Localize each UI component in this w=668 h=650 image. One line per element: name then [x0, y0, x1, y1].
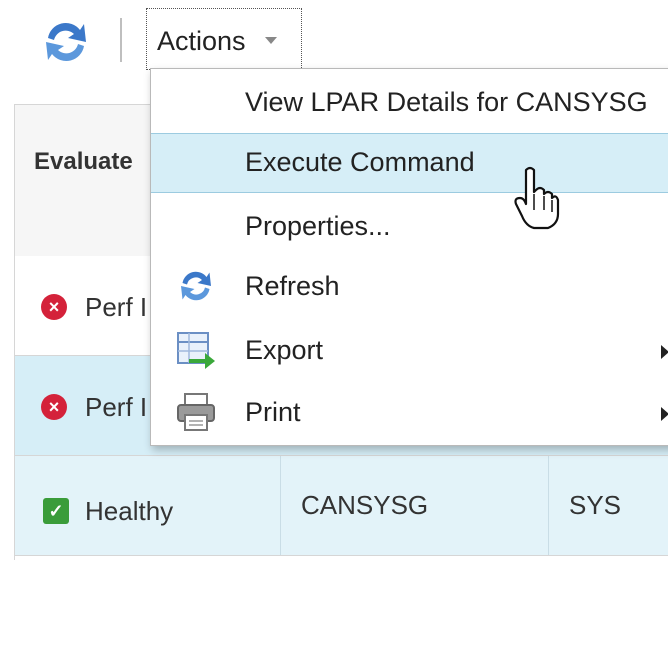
column-header-evaluate[interactable]: Evaluate — [34, 148, 133, 176]
system-name-cell: CANSYSG — [301, 490, 429, 520]
menu-item-export[interactable]: Export — [151, 321, 668, 381]
menu-item-label: View LPAR Details for CANSYSG — [245, 87, 648, 117]
sysplex-cell: SYS — [569, 490, 622, 520]
cell-divider — [280, 456, 281, 555]
chevron-right-icon — [661, 407, 668, 421]
refresh-button[interactable] — [38, 16, 94, 68]
cell-divider — [548, 456, 549, 555]
actions-button[interactable]: Actions — [146, 8, 302, 70]
menu-item-label: Execute Command — [245, 147, 475, 177]
chevron-down-icon — [265, 37, 277, 44]
menu-item-label: Properties... — [245, 211, 391, 241]
error-icon: × — [41, 394, 67, 420]
menu-item-label: Export — [245, 335, 324, 365]
menu-item-print[interactable]: Print — [151, 383, 668, 443]
chevron-right-icon — [661, 345, 668, 359]
status-text: Healthy — [85, 496, 174, 526]
toolbar-separator — [120, 18, 122, 62]
menu-item-view-lpar-details[interactable]: View LPAR Details for CANSYSG — [151, 73, 668, 133]
menu-item-label: Refresh — [245, 271, 340, 301]
menu-item-label: Print — [245, 397, 301, 427]
check-icon: ✓ — [43, 498, 69, 524]
actions-menu: View LPAR Details for CANSYSG Execute Co… — [150, 68, 668, 446]
status-text: Perf I — [85, 392, 148, 422]
export-icon — [177, 332, 215, 369]
refresh-icon — [181, 271, 211, 301]
menu-item-execute-command[interactable]: Execute Command — [151, 133, 668, 193]
refresh-icon — [46, 22, 86, 62]
error-icon: × — [41, 294, 67, 320]
printer-icon — [177, 393, 215, 431]
hand-cursor-icon — [514, 166, 560, 230]
menu-item-properties[interactable]: Properties... — [151, 197, 668, 257]
menu-item-refresh[interactable]: Refresh — [151, 257, 668, 317]
table-row[interactable]: ✓ Healthy CANSYSG SYS — [15, 456, 668, 556]
actions-label: Actions — [157, 26, 246, 56]
status-text: Perf I — [85, 292, 148, 322]
